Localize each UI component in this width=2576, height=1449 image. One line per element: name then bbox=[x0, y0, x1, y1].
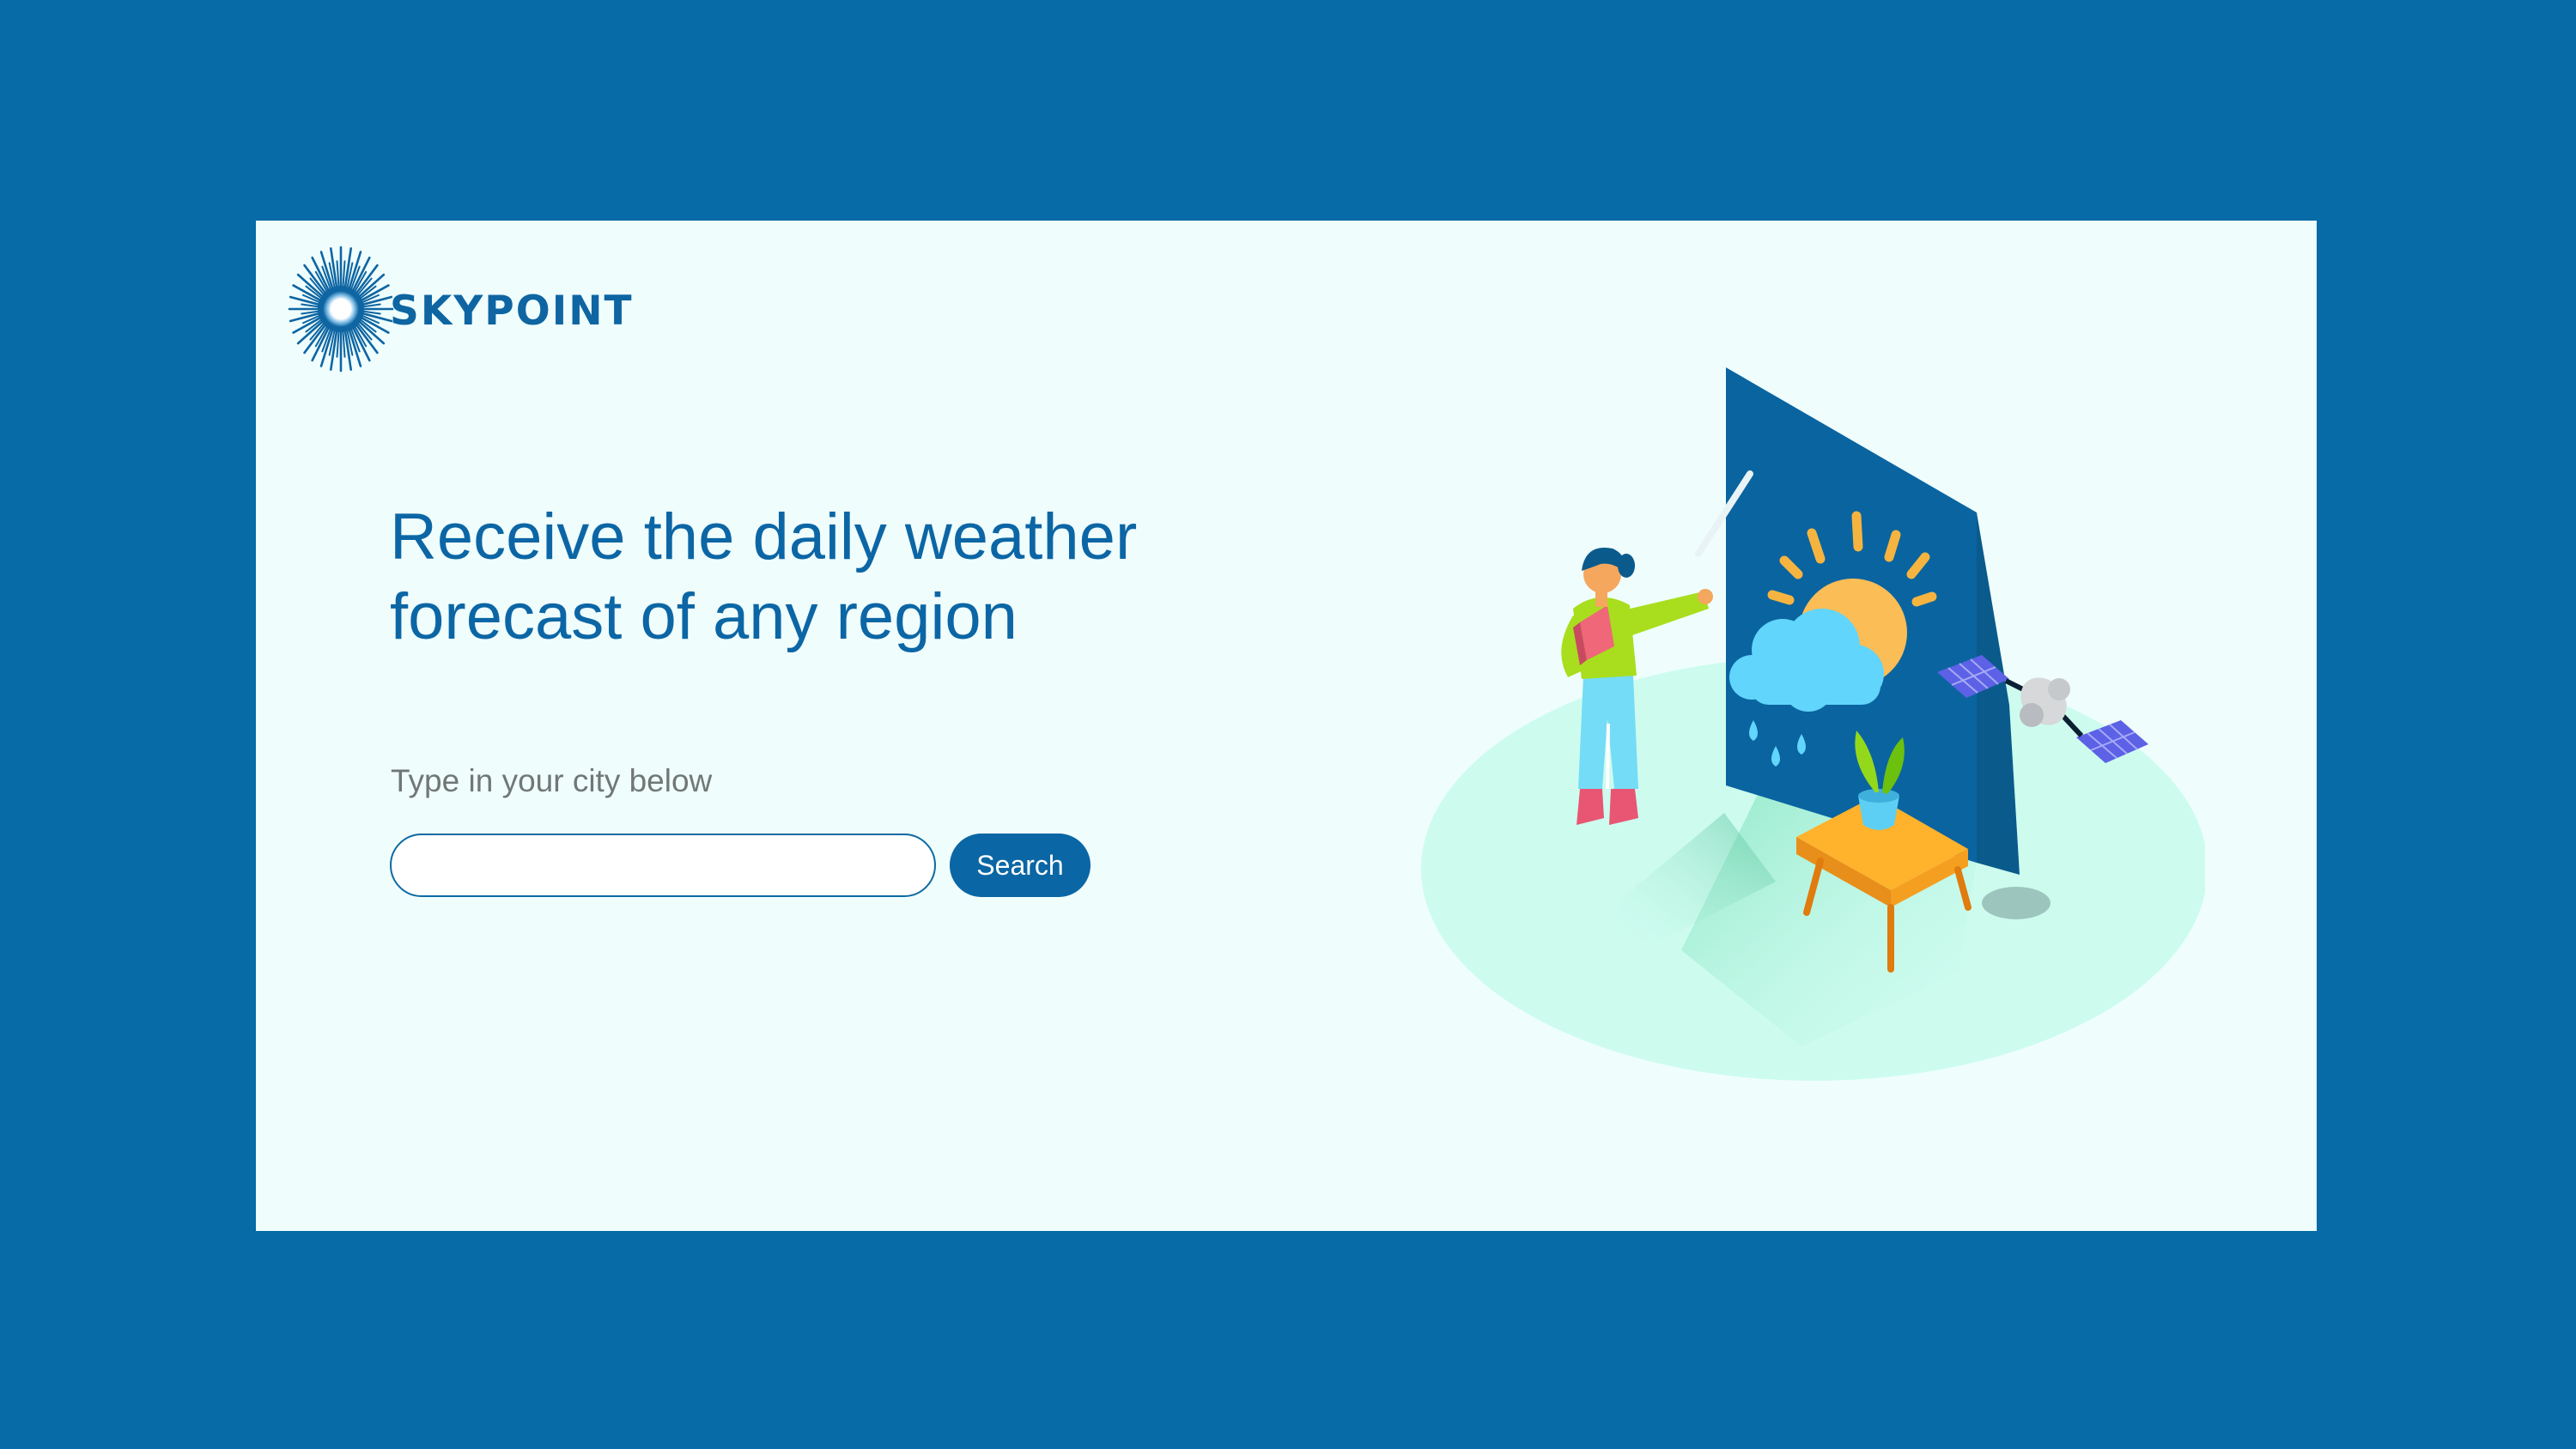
main-card: SKYPOINT Receive the daily weather forec… bbox=[256, 221, 2317, 1231]
search-button[interactable]: Search bbox=[950, 834, 1091, 897]
satellite-shadow bbox=[1982, 887, 2050, 919]
page-title: Receive the daily weather forecast of an… bbox=[390, 497, 1334, 657]
city-prompt-label: Type in your city below bbox=[391, 763, 713, 798]
headline-line-1: Receive the daily weather bbox=[390, 500, 1138, 573]
starburst-icon bbox=[288, 246, 394, 373]
brand-name: SKYPOINT bbox=[390, 287, 634, 335]
brand-logo[interactable]: SKYPOINT bbox=[287, 245, 634, 373]
weather-presenter-illustration bbox=[1421, 367, 2205, 1081]
headline-line-2: forecast of any region bbox=[390, 580, 1018, 653]
city-search-input[interactable] bbox=[390, 834, 936, 897]
